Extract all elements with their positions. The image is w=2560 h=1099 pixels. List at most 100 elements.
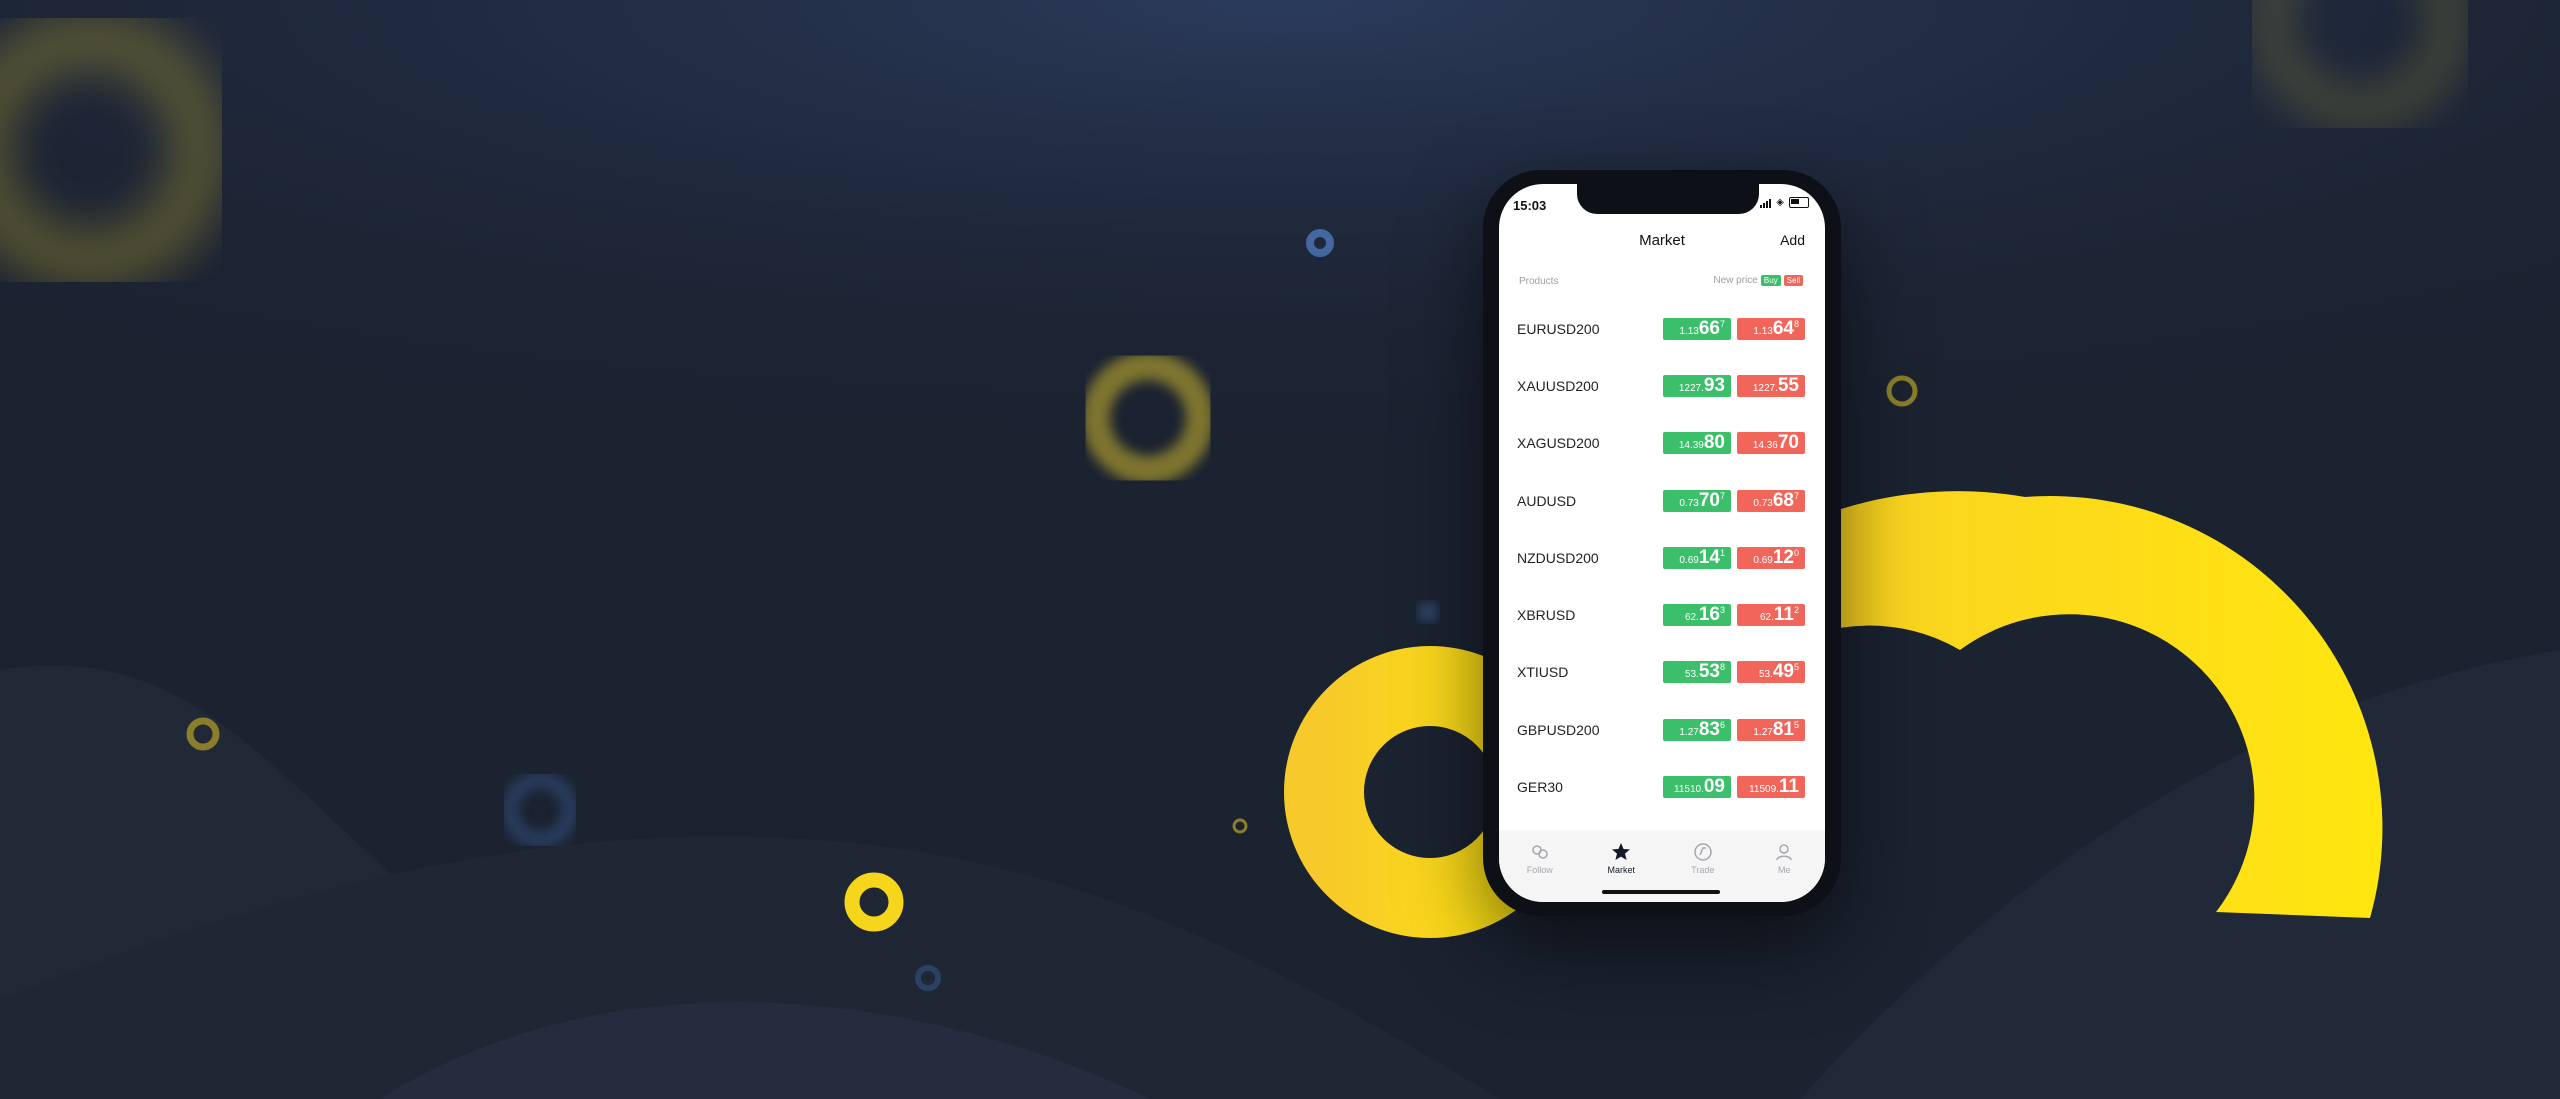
- price-pip: 7: [1793, 490, 1799, 501]
- wifi-icon: ◈: [1776, 197, 1784, 208]
- status-icons: ◈: [1760, 197, 1809, 208]
- sell-price-button[interactable]: 1.27 81 5: [1737, 718, 1805, 741]
- phone-notch: [1577, 184, 1759, 214]
- price-pip: 1: [1719, 547, 1725, 558]
- symbol-label: XTIUSD: [1517, 664, 1569, 681]
- price-prefix: 11510.: [1674, 784, 1704, 796]
- price-main: 16: [1698, 604, 1720, 626]
- price-main: 81: [1772, 718, 1794, 740]
- price-pip: 8: [1719, 662, 1725, 673]
- price-pip: 3: [1719, 605, 1725, 616]
- market-row[interactable]: XAGUSD200 14.39 80 14.36 70: [1499, 415, 1825, 472]
- market-row[interactable]: GER30 11510. 09 11509. 11: [1499, 758, 1825, 815]
- status-time: 15:03: [1513, 198, 1547, 213]
- price-pip: 6: [1719, 719, 1725, 730]
- new-price-label: New price: [1713, 275, 1758, 286]
- price-prefix: 53.: [1684, 669, 1699, 681]
- price-pip: 5: [1793, 662, 1799, 673]
- sell-price-button[interactable]: 1227. 55: [1737, 374, 1805, 397]
- market-row[interactable]: AUDUSD 0.73 70 7 0.73 68 7: [1499, 472, 1825, 529]
- buy-price-button[interactable]: 11510. 09: [1663, 776, 1731, 799]
- price-prefix: 1227.: [1678, 382, 1704, 394]
- buy-price-button[interactable]: 1.13 66 7: [1663, 317, 1731, 340]
- buy-price-button[interactable]: 0.69 14 1: [1663, 546, 1731, 569]
- market-row[interactable]: XBRUSD 62. 16 3 62. 11 2: [1499, 586, 1825, 643]
- price-main: 93: [1703, 374, 1725, 396]
- price-pip: 8: [1793, 318, 1799, 329]
- home-indicator[interactable]: [1602, 890, 1720, 894]
- price-main: 68: [1772, 489, 1794, 511]
- buy-price-button[interactable]: 1227. 93: [1663, 374, 1731, 397]
- market-list: EURUSD200 1.13 66 7 1.13 64 8 XAUUSD200 1227…: [1499, 300, 1825, 816]
- price-prefix: 14.36: [1752, 440, 1778, 452]
- price-main: 80: [1703, 432, 1725, 454]
- price-pip: 0: [1793, 547, 1799, 558]
- price-prefix: 0.69: [1679, 554, 1699, 566]
- price-main: 11: [1778, 776, 1799, 798]
- sell-price-button[interactable]: 0.69 12 0: [1737, 546, 1805, 569]
- follow-icon: [1530, 842, 1550, 862]
- price-pip: 2: [1793, 605, 1799, 616]
- sell-price-button[interactable]: 62. 11 2: [1737, 604, 1805, 627]
- price-prefix: 1.27: [1753, 726, 1773, 738]
- price-prefix: 1.13: [1753, 325, 1773, 337]
- market-row[interactable]: EURUSD200 1.13 66 7 1.13 64 8: [1499, 300, 1825, 357]
- market-row[interactable]: XTIUSD 53. 53 8 53. 49 5: [1499, 644, 1825, 701]
- sell-price-button[interactable]: 14.36 70: [1737, 432, 1805, 455]
- price-prefix: 1.13: [1679, 325, 1699, 337]
- trade-icon: [1693, 842, 1713, 862]
- page-title: Market: [1639, 232, 1685, 249]
- price-prefix: 0.73: [1753, 497, 1773, 509]
- sell-price-button[interactable]: 11509. 11: [1737, 776, 1805, 799]
- buy-tag: Buy: [1760, 275, 1781, 286]
- price-main: 09: [1703, 776, 1725, 798]
- tab-label: Follow: [1526, 865, 1553, 875]
- sell-price-button[interactable]: 1.13 64 8: [1737, 317, 1805, 340]
- battery-icon: [1789, 197, 1809, 208]
- price-main: 70: [1698, 489, 1720, 511]
- buy-price-button[interactable]: 62. 16 3: [1663, 604, 1731, 627]
- phone-mockup: 15:03 ◈ Market Add Products New price Bu…: [1483, 170, 1841, 916]
- market-row[interactable]: NZDUSD200 0.69 14 1 0.69 12 0: [1499, 529, 1825, 586]
- market-row[interactable]: GBPUSD200 1.27 83 6 1.27 81 5: [1499, 701, 1825, 758]
- add-button[interactable]: Add: [1780, 232, 1805, 248]
- sell-price-button[interactable]: 53. 49 5: [1737, 661, 1805, 684]
- price-main: 14: [1698, 546, 1720, 568]
- price-pip: 7: [1719, 490, 1725, 501]
- price-prefix: 53.: [1758, 669, 1773, 681]
- person-icon: [1774, 842, 1794, 862]
- price-prefix: 1.27: [1679, 726, 1699, 738]
- price-main: 11: [1773, 604, 1794, 626]
- buy-price-button[interactable]: 1.27 83 6: [1663, 718, 1731, 741]
- symbol-label: XBRUSD: [1517, 607, 1576, 624]
- price-pip: 5: [1793, 719, 1799, 730]
- buy-price-button[interactable]: 0.73 70 7: [1663, 489, 1731, 512]
- price-main: 70: [1777, 432, 1799, 454]
- tab-label: Me: [1777, 865, 1791, 875]
- sell-price-button[interactable]: 0.73 68 7: [1737, 489, 1805, 512]
- price-main: 55: [1777, 374, 1799, 396]
- tab-label: Trade: [1691, 865, 1715, 875]
- symbol-label: GBPUSD200: [1517, 721, 1600, 738]
- tab-follow[interactable]: Follow: [1510, 842, 1570, 902]
- price-main: 66: [1698, 317, 1720, 339]
- buy-price-button[interactable]: 53. 53 8: [1663, 661, 1731, 684]
- price-prefix: 11509.: [1749, 784, 1779, 796]
- symbol-label: AUDUSD: [1517, 492, 1577, 509]
- price-main: 12: [1772, 546, 1794, 568]
- price-pip: 7: [1719, 318, 1725, 329]
- buy-price-button[interactable]: 14.39 80: [1663, 432, 1731, 455]
- market-row[interactable]: XAUUSD200 1227. 93 1227. 55: [1499, 357, 1825, 414]
- price-main: 49: [1772, 661, 1794, 683]
- symbol-label: NZDUSD200: [1517, 549, 1599, 566]
- hero-background: [0, 0, 2560, 1099]
- symbol-label: XAUUSD200: [1517, 377, 1599, 394]
- price-main: 64: [1772, 317, 1794, 339]
- price-prefix: 14.39: [1678, 440, 1704, 452]
- price-prefix: 0.73: [1679, 497, 1699, 509]
- tab-label: Market: [1607, 865, 1635, 875]
- bottom-tab-bar: Follow Market Trade Me: [1499, 830, 1825, 902]
- price-prefix: 62.: [1684, 612, 1699, 624]
- symbol-label: XAGUSD200: [1517, 435, 1600, 452]
- tab-me[interactable]: Me: [1754, 842, 1814, 902]
